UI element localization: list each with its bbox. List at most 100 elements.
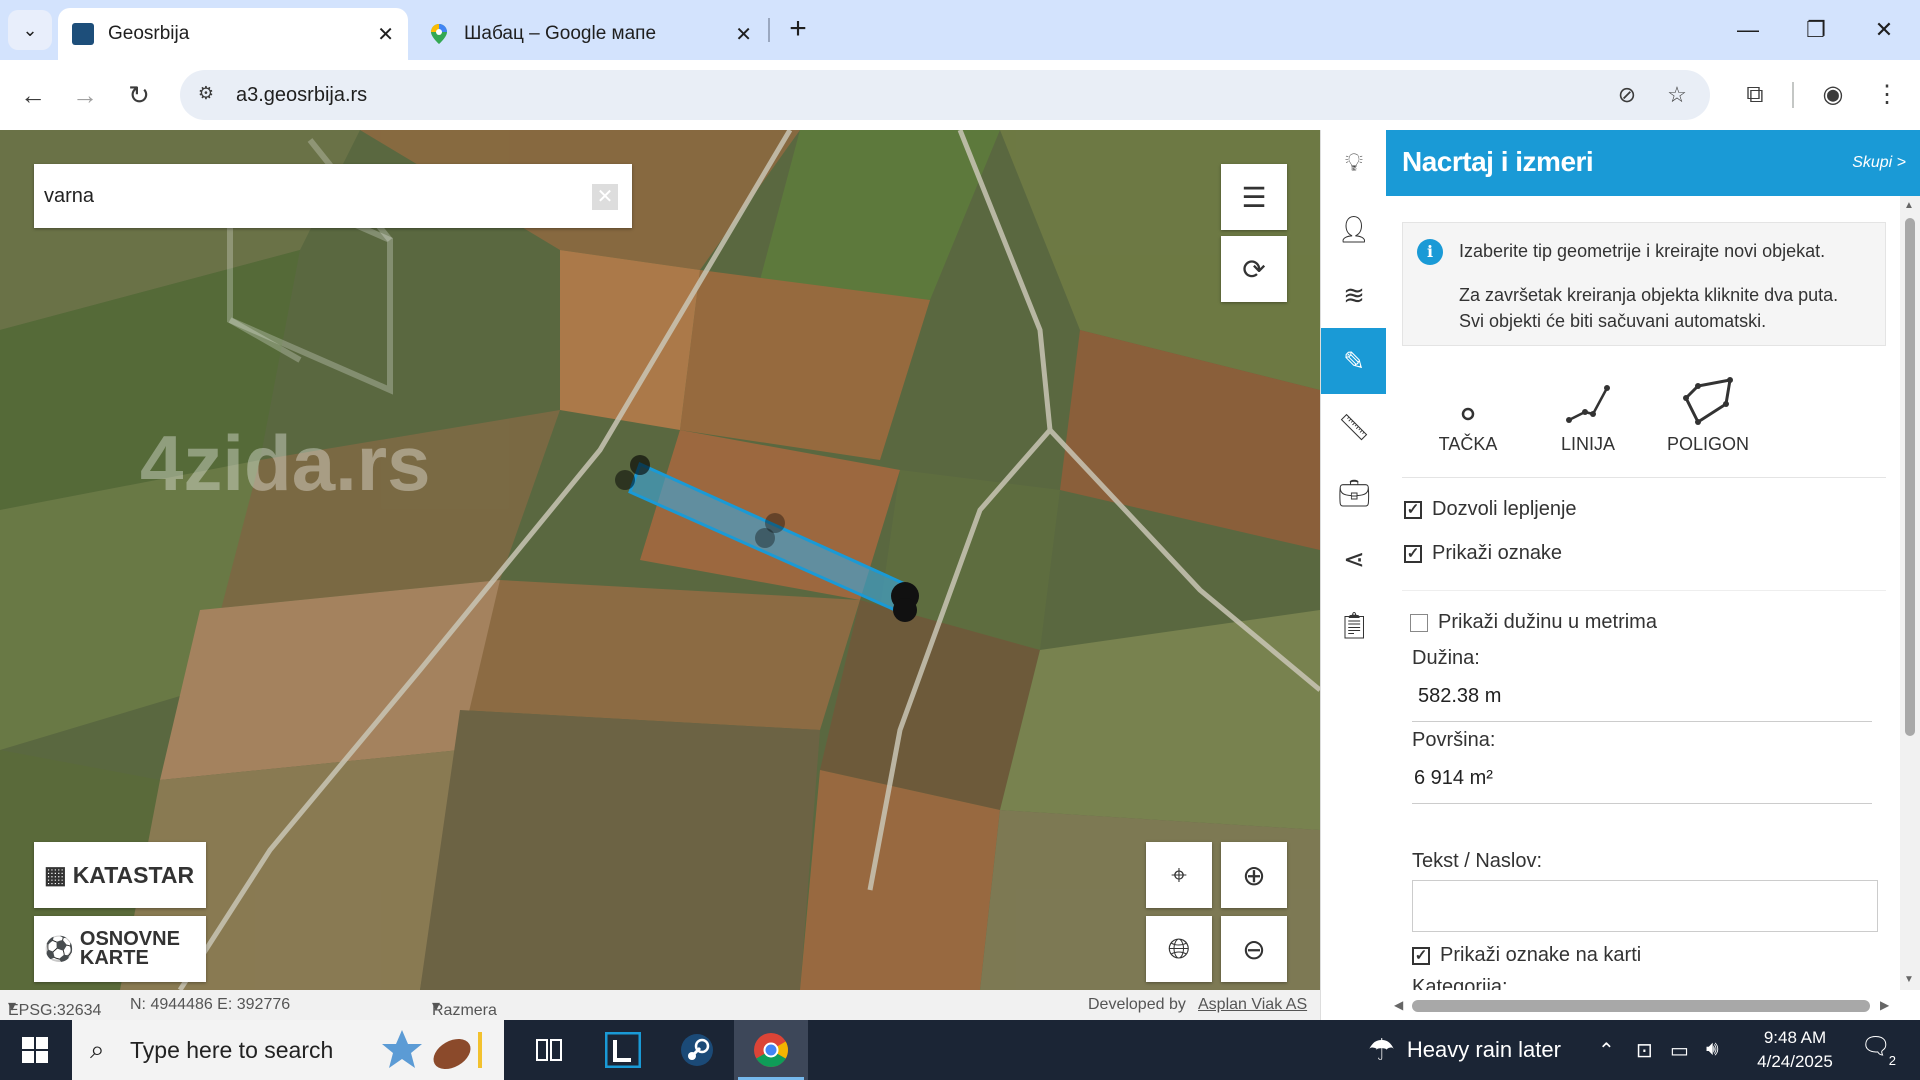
restore-button[interactable]: ❐	[1782, 0, 1850, 60]
layers-icon[interactable]: ≋	[1321, 262, 1387, 328]
locate-button[interactable]: ⌖	[1146, 842, 1212, 908]
taskbar-search[interactable]: ⌕ Type here to search	[72, 1020, 504, 1080]
tab-google-maps[interactable]: Шабац – Google мапе ✕	[414, 8, 766, 60]
panel-horizontal-scrollbar[interactable]: ◀ ▶	[1386, 990, 1900, 1020]
info-box: i Izaberite tip geometrije i kreirajte n…	[1402, 222, 1886, 346]
tab-search-button[interactable]: ⌄	[8, 10, 52, 50]
info-icon: i	[1417, 239, 1443, 265]
area-underline	[1412, 803, 1872, 804]
text-title-input[interactable]	[1412, 880, 1878, 932]
close-tab-icon[interactable]: ✕	[735, 22, 752, 47]
menu-kebab-icon[interactable]: ⋮	[1866, 74, 1908, 116]
katastar-button[interactable]: ▦ KATASTAR	[34, 842, 206, 908]
map-status-bar: EPSG:32634 ▾ N: 4944486 E: 392776 Razmer…	[0, 990, 1320, 1020]
bookmark-star-icon[interactable]: ☆	[1664, 82, 1690, 108]
back-button[interactable]: ←	[12, 74, 54, 116]
length-value: 582.38 m	[1418, 685, 1502, 707]
vertical-scroll-thumb[interactable]	[1905, 218, 1915, 736]
developer-link[interactable]: Asplan Viak AS	[1198, 996, 1307, 1014]
meet-now-icon[interactable]: ⊡	[1636, 1038, 1653, 1063]
clipboard-icon[interactable]: 📋︎	[1321, 592, 1387, 658]
plus-icon: ⊕	[1242, 859, 1266, 891]
polygon-tool-button[interactable]: POLIGON	[1658, 376, 1758, 455]
steam-icon[interactable]	[660, 1020, 734, 1080]
sync-icon: ⟳	[1242, 253, 1266, 285]
url-text[interactable]: a3.geosrbija.rs	[236, 84, 367, 107]
system-clock[interactable]: 9:48 AM 4/24/2025	[1745, 1026, 1845, 1074]
map-menu-button[interactable]: ☰	[1221, 164, 1287, 230]
profile-icon[interactable]: ◉	[1812, 74, 1854, 116]
pencil-icon[interactable]: ✎	[1321, 328, 1387, 394]
site-info-icon[interactable]: ⚙	[194, 83, 218, 107]
snap-checkbox-row[interactable]: ✓ Dozvoli lepljenje	[1404, 498, 1577, 521]
close-tab-icon[interactable]: ✕	[377, 22, 394, 47]
refresh-map-button[interactable]: ⟳	[1221, 236, 1287, 302]
new-tab-button[interactable]: +	[780, 12, 816, 48]
polygon-vertex[interactable]	[630, 455, 650, 475]
collapse-panel-link[interactable]: Skupi >	[1852, 154, 1906, 172]
close-window-button[interactable]: ✕	[1850, 0, 1918, 60]
map-canvas[interactable]: 4zida.rs ✕ ☰ ⟳ ▦ KATASTAR ⚽ OSNOVNE KART…	[0, 130, 1320, 990]
zoom-in-button[interactable]: ⊕	[1221, 842, 1287, 908]
ruler-icon[interactable]: 📏︎	[1321, 394, 1387, 460]
info-line-3: Svi objekti će biti sačuvani automatski.	[1459, 311, 1767, 331]
start-button[interactable]	[0, 1020, 70, 1080]
osnovne-karte-button[interactable]: ⚽ OSNOVNE KARTE	[34, 916, 206, 982]
zoom-out-button[interactable]: ⊖	[1221, 916, 1287, 982]
scroll-left-icon[interactable]: ◀	[1394, 998, 1403, 1012]
scroll-down-icon[interactable]: ▼	[1904, 974, 1914, 985]
search-input[interactable]	[44, 178, 564, 214]
horizontal-scroll-thumb[interactable]	[1412, 1000, 1870, 1012]
notification-center-icon[interactable]: 🗨︎ 2	[1856, 1032, 1896, 1068]
volume-icon[interactable]: 🔊︎	[1706, 1038, 1719, 1061]
show-map-labels-checkbox-row[interactable]: ✓ Prikaži oznake na karti	[1412, 944, 1641, 967]
polygon-vertex[interactable]	[615, 470, 635, 490]
show-length-checkbox-row[interactable]: Prikaži dužinu u metrima	[1410, 611, 1657, 634]
scroll-right-icon[interactable]: ▶	[1880, 998, 1889, 1012]
point-tool-button[interactable]: TAČKA	[1418, 376, 1518, 455]
show-hidden-icons-chevron-icon[interactable]: ⌃	[1598, 1038, 1615, 1063]
extensions-icon[interactable]: ⧉	[1734, 74, 1776, 116]
share-icon[interactable]: ⋖	[1321, 526, 1387, 592]
briefcase-icon[interactable]: 💼︎	[1321, 460, 1387, 526]
task-view-icon[interactable]	[512, 1020, 586, 1080]
point-label: TAČKA	[1438, 434, 1498, 454]
clock-date: 4/24/2025	[1757, 1052, 1833, 1071]
lightbulb-icon[interactable]: 💡︎	[1321, 130, 1387, 196]
basemap-icon: ⚽	[44, 935, 74, 963]
snap-checkbox[interactable]: ✓	[1404, 500, 1422, 519]
panel-vertical-scrollbar[interactable]: ▲ ▼	[1900, 196, 1920, 990]
hamburger-icon: ☰	[1241, 181, 1267, 213]
address-bar[interactable]: ⚙ a3.geosrbija.rs ⊘ ☆	[180, 70, 1710, 120]
show-labels-checkbox-row[interactable]: ✓ Prikaži oznake	[1404, 542, 1562, 565]
scroll-up-icon[interactable]: ▲	[1904, 200, 1914, 211]
scale-select[interactable]: Razmera 1 : 5 000 ▾	[432, 996, 497, 1019]
clear-search-button[interactable]: ✕	[592, 184, 618, 210]
weather-widget[interactable]: ☂ Heavy rain later	[1368, 1020, 1561, 1080]
launcher-app-icon[interactable]	[586, 1020, 660, 1080]
forward-button[interactable]: →	[64, 74, 106, 116]
tracking-protection-icon[interactable]: ⊘	[1614, 82, 1640, 108]
map-search: ✕	[34, 164, 632, 228]
point-icon	[1461, 407, 1475, 421]
umbrella-rain-icon: ☂	[1368, 1033, 1395, 1067]
minimize-button[interactable]: —	[1714, 0, 1782, 60]
polygon-midpoint[interactable]	[755, 528, 775, 548]
show-length-checkbox[interactable]	[1410, 613, 1428, 632]
tab-geosrbija[interactable]: Geosrbija ✕	[58, 8, 408, 60]
epsg-select[interactable]: EPSG:32634 ▾	[8, 996, 101, 1019]
category-label: Kategorija:	[1412, 976, 1508, 990]
browser-toolbar: ← → ↻ ⚙ a3.geosrbija.rs ⊘ ☆ ⧉ ◉ ⋮	[0, 60, 1920, 130]
tab-title: Geosrbija	[108, 23, 190, 44]
reload-button[interactable]: ↻	[118, 74, 160, 116]
globe-button[interactable]: 🌐︎	[1146, 916, 1212, 982]
crosshair-icon: ⌖	[1171, 858, 1187, 890]
show-labels-checkbox[interactable]: ✓	[1404, 544, 1422, 563]
chrome-icon[interactable]	[734, 1020, 808, 1080]
user-icon[interactable]: 👤︎	[1321, 196, 1387, 262]
polygon-vertex[interactable]	[893, 598, 917, 622]
network-icon[interactable]: ▭	[1670, 1038, 1689, 1063]
line-tool-button[interactable]: LINIJA	[1538, 376, 1638, 455]
show-map-labels-checkbox[interactable]: ✓	[1412, 946, 1430, 965]
polygon-label: POLIGON	[1666, 434, 1750, 454]
